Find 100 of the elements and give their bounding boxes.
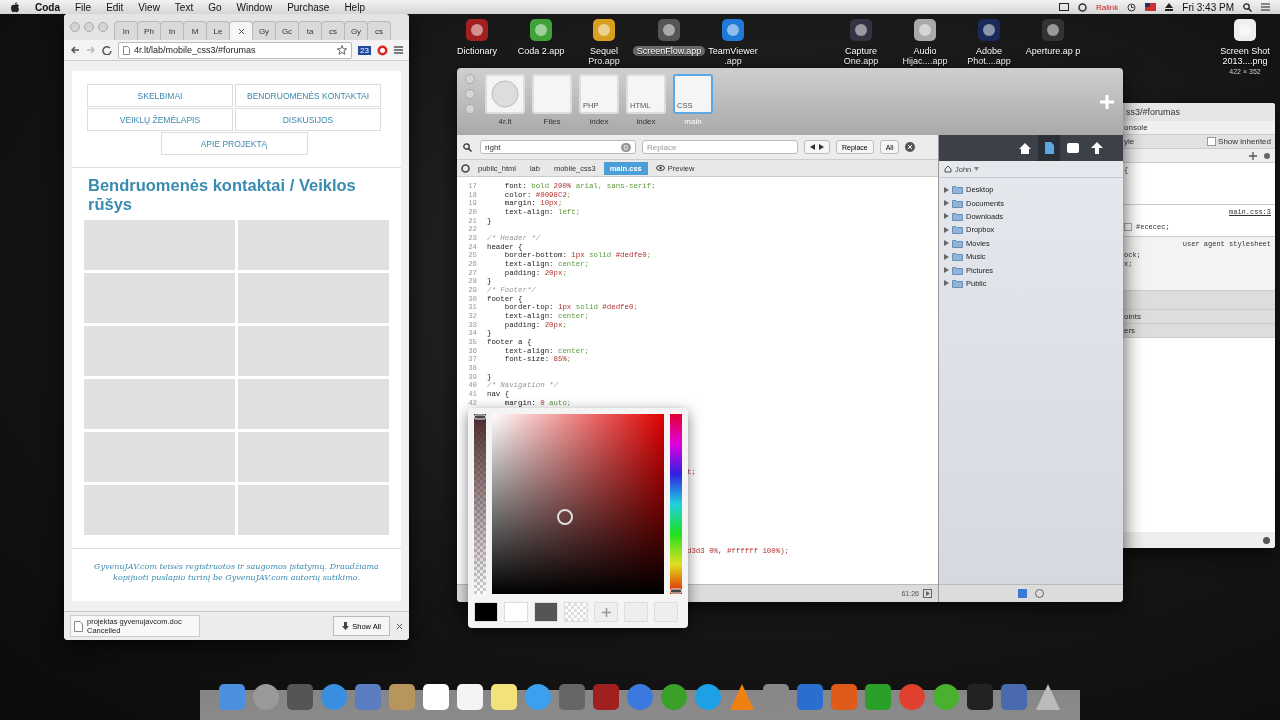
menu-item[interactable]: Go (208, 1, 222, 13)
url-text: 4r.lt/lab/mobile_css3/#forumas (134, 45, 256, 55)
checkbox[interactable] (1124, 223, 1132, 231)
display-icon[interactable] (1059, 3, 1070, 11)
browser-tab[interactable]: In (114, 21, 138, 40)
slider-thumb[interactable] (474, 414, 486, 420)
color-swatch[interactable] (474, 602, 498, 622)
network-label[interactable]: Ralink (1096, 2, 1119, 12)
browser-tab[interactable]: cs (321, 21, 345, 40)
panel-title[interactable]: ers (1124, 326, 1136, 335)
console-tab[interactable]: onsole (1124, 123, 1148, 132)
desktop-icon-label[interactable]: Screen Shot 2013....png (1213, 46, 1277, 66)
close-icon[interactable] (905, 142, 916, 152)
transparent-swatch[interactable] (564, 602, 588, 622)
close-icon[interactable] (396, 622, 403, 630)
eject-icon[interactable] (1165, 3, 1174, 11)
slider-thumb[interactable] (670, 588, 682, 594)
address-field[interactable]: 4r.lt/lab/mobile_css3/#forumas (118, 41, 353, 59)
add-swatch-button[interactable] (594, 602, 618, 622)
folder-icon (952, 265, 963, 275)
tab-label: main (684, 117, 702, 126)
menu-item[interactable]: Help (344, 1, 365, 13)
menu-item[interactable]: View (138, 1, 160, 13)
desktop-icon-label[interactable]: ScreenFlow.app (632, 46, 706, 56)
find-field[interactable]: right 0 (480, 140, 636, 154)
hue-slider[interactable] (670, 414, 682, 594)
browser-tab[interactable]: Gy (252, 21, 276, 40)
browser-tab[interactable]: Le (206, 21, 230, 40)
search-icon[interactable] (463, 142, 474, 152)
menu-item[interactable]: Edit (106, 1, 124, 13)
globe-thumbnail[interactable] (485, 74, 525, 114)
color-swatch[interactable] (534, 602, 558, 622)
nav-link[interactable]: VEIKLŲ ŽEMĖLAPIS (87, 108, 233, 131)
reload-icon[interactable] (102, 45, 112, 55)
color-swatch[interactable] (504, 602, 528, 622)
extension-badge[interactable]: 23 (358, 45, 371, 55)
eye-icon (655, 165, 665, 171)
caret-icon[interactable] (974, 167, 980, 171)
stop-sign-icon[interactable] (377, 44, 388, 56)
app-icon (847, 16, 875, 44)
back-icon[interactable] (70, 45, 80, 55)
desktop-icon-label[interactable]: Dictionary (445, 46, 509, 56)
play-icon[interactable] (923, 589, 932, 598)
browser-tab[interactable]: In (160, 21, 184, 40)
tab-label: 4r.lt (498, 117, 512, 126)
nav-link[interactable]: SKELBIMAI (87, 84, 233, 107)
browser-tab[interactable]: ta (298, 21, 322, 40)
color-handle[interactable] (557, 509, 574, 526)
app-icon (590, 16, 618, 44)
browser-tab[interactable]: Ph (137, 21, 161, 40)
app-icon (463, 16, 491, 44)
menu-item[interactable]: Purchase (287, 1, 330, 13)
nav-link[interactable]: APIE PROJEKTĄ (160, 132, 308, 155)
search-icon[interactable] (1243, 2, 1252, 12)
app-icon (527, 16, 555, 44)
panel-title[interactable]: oints (1124, 312, 1141, 321)
tab-label: Files (543, 117, 561, 126)
previous-next-button[interactable] (804, 140, 830, 154)
flag-icon[interactable] (1145, 3, 1157, 11)
browser-tab[interactable]: M (183, 21, 207, 40)
browser-tab[interactable]: Gy (344, 21, 368, 40)
files-thumbnail[interactable] (532, 74, 572, 114)
star-icon[interactable] (337, 45, 348, 55)
browser-tab[interactable]: Gc (275, 21, 299, 40)
folder-icon (952, 238, 963, 248)
folder-icon (952, 252, 963, 262)
nav-link[interactable]: BENDRUOMENĖS KONTAKTAI (235, 84, 381, 107)
match-count: 0 (620, 142, 631, 152)
desktop-icon-label[interactable]: Capture One.app (829, 46, 893, 66)
list-icon[interactable] (1261, 3, 1270, 11)
nav-link[interactable]: DISKUSIJOS (235, 108, 381, 131)
desktop-icon-label[interactable]: Coda 2.app (509, 46, 573, 56)
app-menu[interactable]: Coda (35, 1, 60, 13)
checkbox[interactable] (1207, 137, 1217, 146)
download-arrow-icon (342, 622, 350, 630)
add-icon[interactable] (1249, 151, 1257, 160)
apple-icon[interactable] (10, 1, 20, 13)
folder-icon (952, 225, 963, 235)
close-icon[interactable] (237, 27, 245, 35)
app-icon (719, 16, 747, 44)
browser-tab[interactable]: cs (367, 21, 391, 40)
document-stack-icon[interactable] (1038, 135, 1060, 161)
window-title: ss3/#forumas (1125, 107, 1181, 117)
desktop-icon-label[interactable]: Adobe Phot....app (957, 46, 1021, 66)
menu-item[interactable]: Text (174, 1, 194, 13)
app-icon (655, 16, 683, 44)
desktop-icon-label[interactable]: Aperture.ap p (1021, 46, 1085, 56)
menu-icon[interactable] (394, 46, 403, 54)
checkbox-label: Show inherited (1218, 137, 1271, 146)
desktop-icon-label[interactable]: Audio Hijac....app (893, 46, 957, 66)
color-field[interactable] (492, 414, 664, 594)
clock-text[interactable]: Fri 3:43 PM (1182, 1, 1234, 13)
menu-item[interactable]: File (75, 1, 92, 13)
app-icon (1039, 16, 1067, 44)
app-icon (911, 16, 939, 44)
menu-item[interactable]: Window (236, 1, 273, 13)
alpha-slider[interactable] (474, 414, 486, 594)
tab-label: index (636, 117, 656, 126)
left-triangle-icon (810, 144, 815, 150)
clock-icon[interactable] (1127, 2, 1137, 12)
